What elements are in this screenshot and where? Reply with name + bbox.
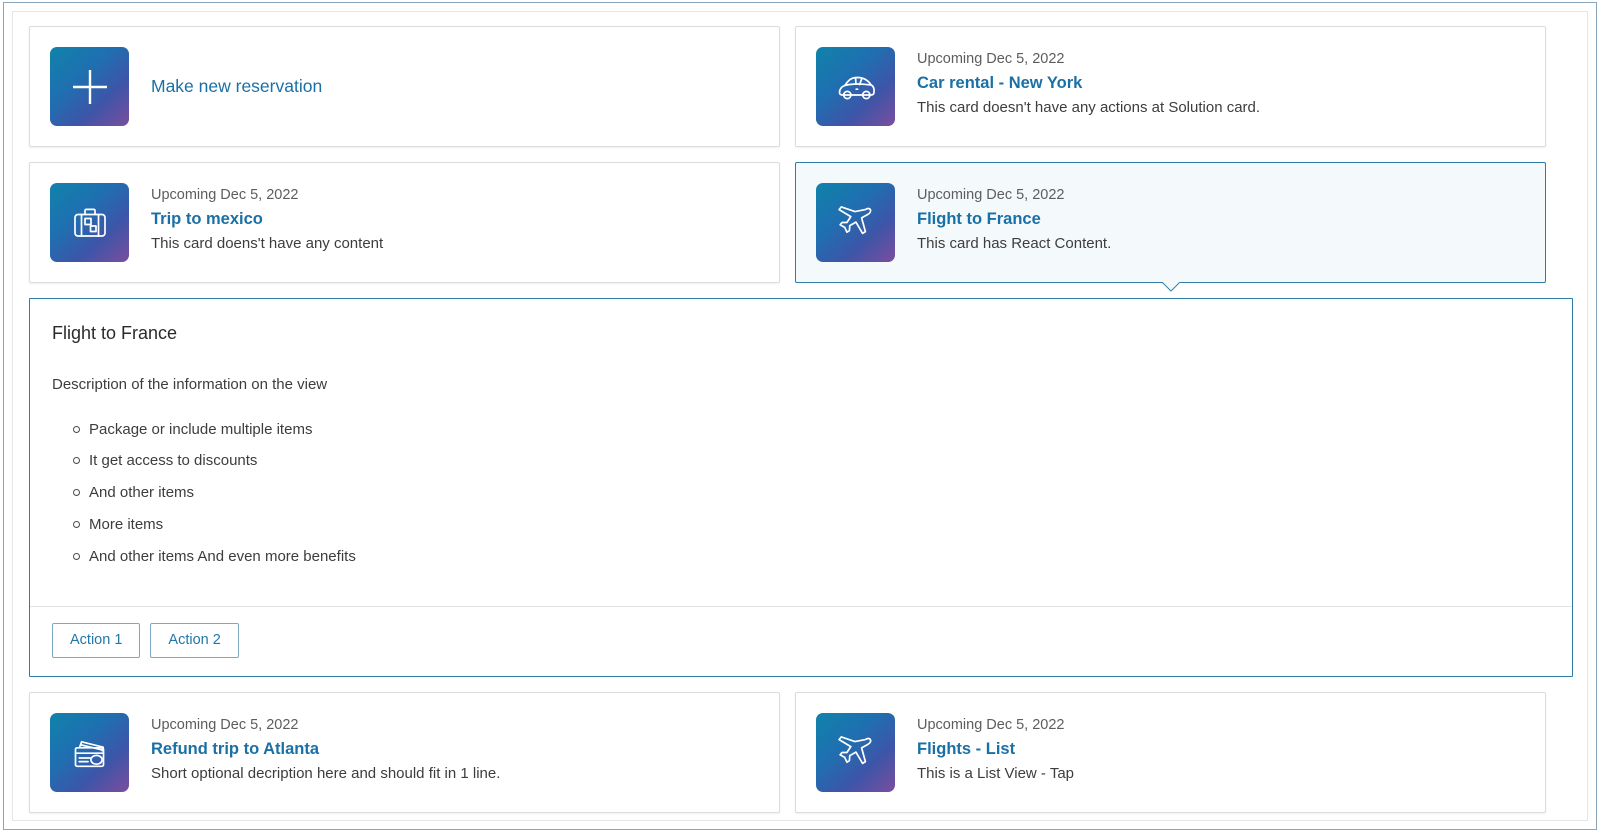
card-flights-list[interactable]: Upcoming Dec 5, 2022 Flights - List This… (795, 692, 1546, 813)
cards-container: Make new reservation (29, 26, 1573, 820)
card-refund-trip-to-atlanta[interactable]: Upcoming Dec 5, 2022 Refund trip to Atla… (29, 692, 780, 813)
suitcase-icon (50, 183, 129, 262)
plus-icon (50, 47, 129, 126)
detail-panel-action-bar: Action 1 Action 2 (30, 606, 1572, 676)
list-item: And other items And even more benefits (89, 541, 1550, 573)
card-column-right: Upcoming Dec 5, 2022 Flight to France Th… (795, 162, 1546, 283)
card-text-block: Upcoming Dec 5, 2022 Refund trip to Atla… (151, 713, 500, 784)
card-make-new-reservation[interactable]: Make new reservation (29, 26, 780, 147)
card-column-left: Upcoming Dec 5, 2022 Trip to mexico This… (29, 162, 780, 283)
wallet-icon (50, 713, 129, 792)
selected-card-caret (1160, 282, 1181, 293)
card-row-3: Upcoming Dec 5, 2022 Refund trip to Atla… (29, 692, 1573, 813)
list-item: More items (89, 509, 1550, 541)
card-text-block: Upcoming Dec 5, 2022 Car rental - New Yo… (917, 47, 1260, 118)
card-meta: Upcoming Dec 5, 2022 (917, 185, 1111, 207)
card-row-1: Make new reservation (29, 26, 1573, 147)
airplane-icon (816, 183, 895, 262)
card-description: Short optional decription here and shoul… (151, 763, 500, 785)
card-column-right: Upcoming Dec 5, 2022 Flights - List This… (795, 692, 1546, 813)
expanded-detail-panel: Flight to France Description of the info… (29, 298, 1573, 677)
action-2-button[interactable]: Action 2 (150, 623, 238, 658)
card-column-left: Make new reservation (29, 26, 780, 147)
card-text-block: Upcoming Dec 5, 2022 Trip to mexico This… (151, 183, 383, 254)
card-description: This is a List View - Tap (917, 763, 1074, 785)
list-item: And other items (89, 477, 1550, 509)
page-inner-frame: Make new reservation (12, 11, 1588, 821)
card-meta: Upcoming Dec 5, 2022 (917, 49, 1260, 71)
card-meta: Upcoming Dec 5, 2022 (917, 715, 1074, 737)
card-description: This card doens't have any content (151, 233, 383, 255)
card-trip-to-mexico[interactable]: Upcoming Dec 5, 2022 Trip to mexico This… (29, 162, 780, 283)
detail-panel-content: Flight to France Description of the info… (30, 299, 1572, 606)
action-1-button[interactable]: Action 1 (52, 623, 140, 658)
card-column-right: Upcoming Dec 5, 2022 Car rental - New Yo… (795, 26, 1546, 147)
card-row-2: Upcoming Dec 5, 2022 Trip to mexico This… (29, 162, 1573, 283)
airplane-icon (816, 713, 895, 792)
card-description: This card has React Content. (917, 233, 1111, 255)
card-car-rental-new-york[interactable]: Upcoming Dec 5, 2022 Car rental - New Yo… (795, 26, 1546, 147)
card-meta: Upcoming Dec 5, 2022 (151, 715, 500, 737)
card-title[interactable]: Flight to France (917, 208, 1111, 232)
car-icon (816, 47, 895, 126)
card-text-block: Upcoming Dec 5, 2022 Flights - List This… (917, 713, 1074, 784)
card-title[interactable]: Trip to mexico (151, 208, 383, 232)
card-flight-to-france[interactable]: Upcoming Dec 5, 2022 Flight to France Th… (795, 162, 1546, 283)
card-title[interactable]: Refund trip to Atlanta (151, 738, 500, 762)
make-new-reservation-label: Make new reservation (151, 74, 322, 99)
detail-panel-description: Description of the information on the vi… (52, 374, 1550, 395)
card-title[interactable]: Flights - List (917, 738, 1074, 762)
card-description: This card doesn't have any actions at So… (917, 97, 1260, 119)
card-column-left: Upcoming Dec 5, 2022 Refund trip to Atla… (29, 692, 780, 813)
list-item: It get access to discounts (89, 445, 1550, 477)
card-text-block: Upcoming Dec 5, 2022 Flight to France Th… (917, 183, 1111, 254)
card-title[interactable]: Car rental - New York (917, 72, 1260, 96)
detail-panel-list: Package or include multiple items It get… (52, 414, 1550, 573)
page-frame: Make new reservation (3, 2, 1597, 830)
list-item: Package or include multiple items (89, 414, 1550, 446)
detail-panel-title: Flight to France (52, 323, 1550, 345)
card-meta: Upcoming Dec 5, 2022 (151, 185, 383, 207)
